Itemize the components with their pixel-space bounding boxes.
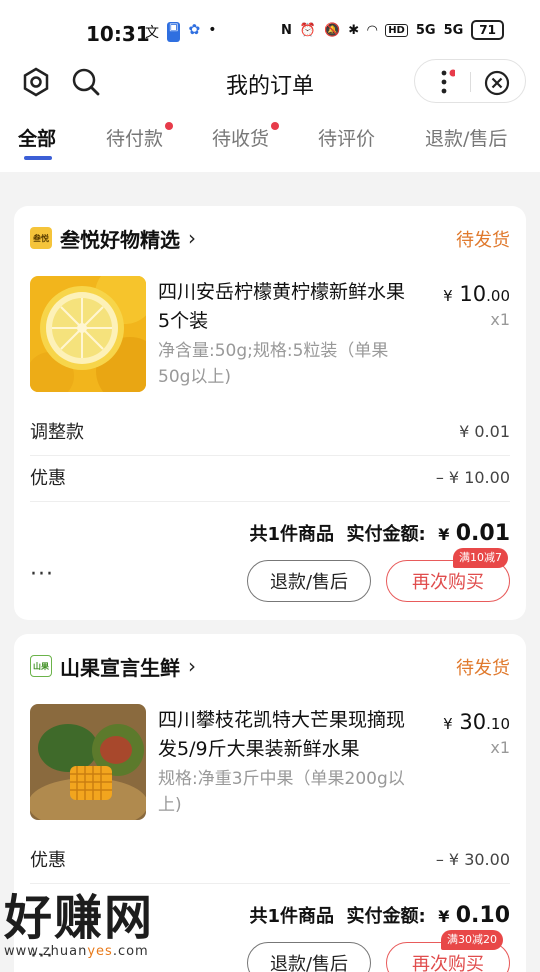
paid-label: 实付金额: bbox=[346, 524, 426, 545]
paid-label: 实付金额: bbox=[346, 906, 426, 927]
item-count: 共1件商品 bbox=[249, 524, 334, 545]
product-spec: 规格:净重3斤中果（单果200g以上) bbox=[158, 769, 405, 815]
more-options-button[interactable]: ··· bbox=[30, 562, 54, 587]
more-menu-icon[interactable] bbox=[433, 69, 455, 95]
watermark-url: www.zhuanyes.com bbox=[4, 944, 194, 959]
product-title[interactable]: 四川安岳柠檬黄柠檬新鲜水果5个装 bbox=[158, 278, 414, 336]
paid-amount: 0.10 bbox=[455, 903, 510, 928]
order-total: 共1件商品 实付金额: ¥ 0.01 bbox=[249, 520, 510, 546]
active-tab-indicator bbox=[24, 156, 52, 160]
order-status: 待发货 bbox=[456, 658, 510, 679]
line-label: 调整款 bbox=[30, 422, 84, 443]
adjustment-row: 调整款 ¥ 0.01 bbox=[30, 409, 510, 453]
nfc-icon: N bbox=[281, 22, 292, 38]
chevron-right-icon: › bbox=[188, 226, 196, 250]
product-image[interactable] bbox=[30, 276, 146, 392]
order-status: 待发货 bbox=[456, 230, 510, 251]
mini-program-capsule bbox=[414, 59, 526, 103]
shop-name: 叁悦好物精选 bbox=[60, 227, 180, 252]
line-label: 优惠 bbox=[30, 850, 66, 871]
wifi-icon: ◠ bbox=[367, 22, 378, 38]
tab-label: 待评价 bbox=[318, 128, 376, 150]
shop-logo: 叁悦 bbox=[30, 227, 52, 249]
product-quantity: x1 bbox=[490, 310, 510, 329]
bluetooth-icon: ✱ bbox=[348, 22, 360, 38]
price-decimal: .10 bbox=[486, 715, 510, 733]
product-spec: 净含量:50g;规格:5粒装（单果50g以上) bbox=[158, 341, 389, 387]
line-value: – ¥ 30.00 bbox=[435, 849, 510, 869]
order-card[interactable]: 叁悦 叁悦好物精选 › 待发货 四川安岳柠檬黄柠檬新鲜水果5个装 净含量:50g… bbox=[14, 206, 526, 620]
price-integer: 10 bbox=[459, 282, 487, 306]
translate-app-icon: 文 bbox=[145, 25, 159, 41]
product-title[interactable]: 四川攀枝花凯特大芒果现摘现发5/9斤大果装新鲜水果 bbox=[158, 706, 414, 764]
tab-label: 待付款 bbox=[106, 128, 164, 150]
product-price: ¥ 10.00 bbox=[443, 282, 510, 306]
product-price: ¥ 30.10 bbox=[443, 710, 510, 734]
discount-row: 优惠 – ¥ 30.00 bbox=[30, 837, 510, 881]
watermark-url-a: www.zhuan bbox=[4, 944, 88, 959]
battery-icon: 71 bbox=[471, 20, 504, 40]
price-integer: 30 bbox=[459, 710, 487, 734]
paid-amount: 0.01 bbox=[455, 521, 510, 546]
tab-pending-receipt[interactable]: 待收货 bbox=[212, 122, 280, 151]
product-image[interactable] bbox=[30, 704, 146, 820]
price-currency: ¥ bbox=[443, 715, 453, 733]
order-tabs: 全部 待付款 待收货 待评价 退款/售后 bbox=[0, 112, 540, 172]
tab-label: 待收货 bbox=[212, 128, 270, 150]
watermark: 好赚网 www.zhuanyes.com bbox=[4, 888, 194, 972]
status-time: 10:31 bbox=[86, 22, 150, 46]
tab-pending-payment[interactable]: 待付款 bbox=[106, 122, 174, 151]
close-icon[interactable] bbox=[483, 69, 511, 97]
divider bbox=[30, 883, 510, 884]
signal-5g-icon: 5G bbox=[415, 22, 436, 38]
watermark-title: 好赚网 bbox=[4, 890, 155, 946]
promo-badge: 满10减7 bbox=[453, 548, 508, 568]
price-currency: ¥ bbox=[443, 287, 453, 305]
baidu-icon: ✿ bbox=[188, 22, 201, 38]
paid-currency: ¥ bbox=[438, 907, 450, 926]
shop-name: 山果宣言生鲜 bbox=[60, 655, 180, 680]
tab-refund-aftersale[interactable]: 退款/售后 bbox=[425, 124, 507, 151]
status-system-icons: N ⏰ 🔕 ✱ ◠ HD 5G 5G 71 bbox=[281, 20, 504, 40]
status-notification-icons: 文 ▣ ✿ • bbox=[145, 22, 216, 42]
price-decimal: .00 bbox=[486, 287, 510, 305]
line-value: ¥ 0.01 bbox=[459, 421, 510, 441]
shop-link[interactable]: 山果 山果宣言生鲜 › bbox=[30, 652, 196, 680]
lemon-image bbox=[30, 276, 146, 392]
tab-label: 退款/售后 bbox=[425, 128, 508, 150]
paid-currency: ¥ bbox=[438, 525, 450, 544]
refund-aftersale-button[interactable]: 退款/售后 bbox=[247, 560, 371, 602]
tab-label: 全部 bbox=[18, 128, 57, 150]
header: 我的订单 bbox=[0, 56, 540, 112]
alarm-icon: ⏰ bbox=[299, 22, 317, 38]
line-value: – ¥ 10.00 bbox=[435, 467, 510, 487]
watermark-url-c: .com bbox=[112, 944, 149, 959]
app-notification-icon: ▣ bbox=[167, 22, 181, 42]
mute-icon: 🔕 bbox=[324, 22, 341, 38]
tab-all[interactable]: 全部 bbox=[18, 124, 56, 151]
watermark-url-b: yes bbox=[87, 944, 113, 959]
badge-dot bbox=[165, 122, 174, 130]
line-label: 优惠 bbox=[30, 468, 66, 489]
hd-icon: HD bbox=[385, 23, 408, 37]
tab-pending-review[interactable]: 待评价 bbox=[318, 124, 375, 151]
product-quantity: x1 bbox=[490, 738, 510, 757]
refund-aftersale-button[interactable]: 退款/售后 bbox=[247, 942, 371, 972]
capsule-divider bbox=[470, 72, 471, 92]
promo-badge: 满30减20 bbox=[441, 930, 503, 950]
divider bbox=[30, 501, 510, 502]
signal-5g-icon-2: 5G bbox=[443, 22, 464, 38]
shop-logo: 山果 bbox=[30, 655, 52, 677]
shop-link[interactable]: 叁悦 叁悦好物精选 › bbox=[30, 224, 196, 252]
dot-icon: • bbox=[208, 22, 217, 38]
chevron-right-icon: › bbox=[188, 654, 196, 678]
order-total: 共1件商品 实付金额: ¥ 0.10 bbox=[249, 902, 510, 928]
badge-dot bbox=[271, 122, 280, 130]
discount-row: 优惠 – ¥ 10.00 bbox=[30, 455, 510, 499]
item-count: 共1件商品 bbox=[249, 906, 334, 927]
mango-image bbox=[30, 704, 146, 820]
